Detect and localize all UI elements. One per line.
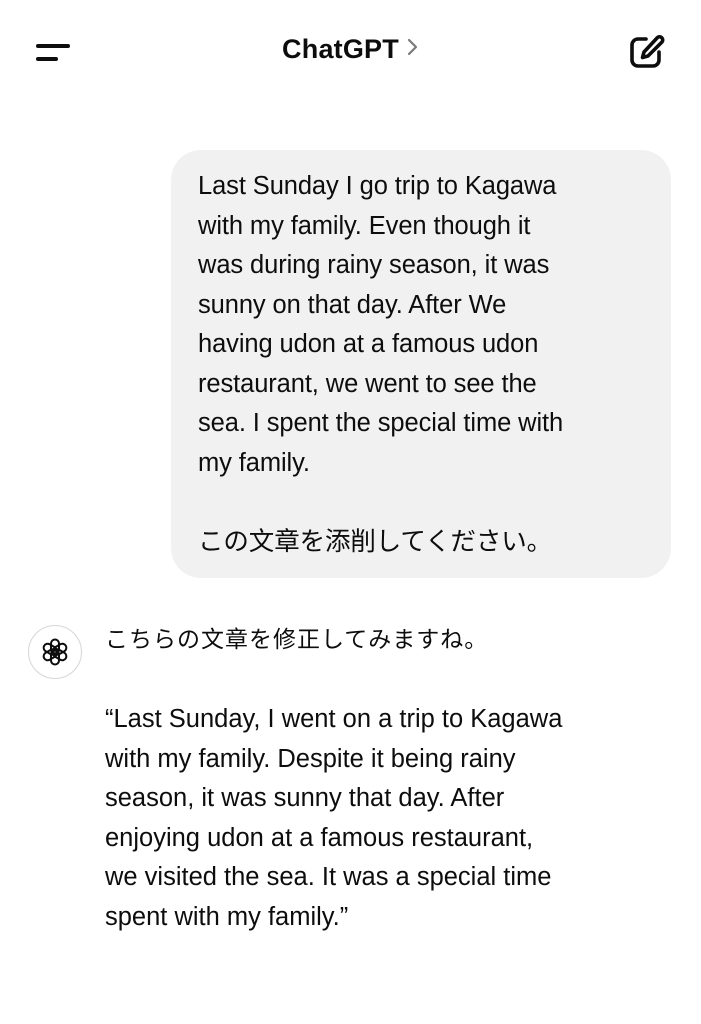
page-title: ChatGPT (282, 34, 399, 64)
assistant-message-lead: こちらの文章を修正してみますね。 (105, 627, 489, 653)
new-chat-button[interactable] (624, 30, 668, 74)
assistant-avatar (28, 625, 82, 679)
assistant-message-body: “Last Sunday, I went on a trip to Kagawa… (105, 705, 563, 931)
assistant-message: こちらの文章を修正してみますね。 “Last Sunday, I went on… (105, 620, 685, 937)
model-selector[interactable]: ChatGPT (0, 34, 701, 65)
chevron-right-icon (407, 37, 419, 61)
user-message-text: Last Sunday I go trip to Kagawa with my … (198, 172, 564, 556)
user-message-bubble: Last Sunday I go trip to Kagawa with my … (171, 150, 671, 578)
new-chat-icon (630, 35, 665, 68)
openai-logo-icon (42, 638, 68, 666)
top-bar: ChatGPT (0, 0, 701, 104)
